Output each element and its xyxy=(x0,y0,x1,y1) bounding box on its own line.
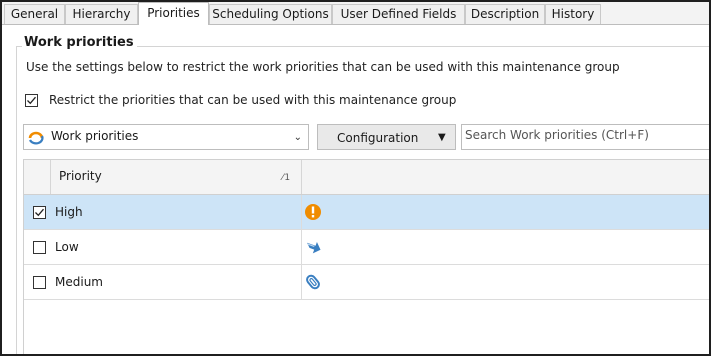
tab-scheduling-options[interactable]: Scheduling Options xyxy=(209,4,332,24)
tab-description[interactable]: Description xyxy=(465,4,545,24)
tab-bar-divider xyxy=(2,24,709,25)
configuration-button[interactable]: Configuration ▼ xyxy=(317,124,456,150)
paperclip-icon xyxy=(306,274,320,290)
grid-header: Priority ⁄ 1 xyxy=(24,160,709,195)
work-priorities-combo[interactable]: Work priorities ⌄ xyxy=(23,124,309,150)
group-title: Work priorities xyxy=(24,35,134,50)
cell-divider xyxy=(301,265,302,299)
priority-name: Low xyxy=(55,240,79,254)
checkmark-icon xyxy=(27,96,36,105)
tab-bar: General Hierarchy Scheduling Options Use… xyxy=(2,2,709,25)
restrict-priorities-label[interactable]: Restrict the priorities that can be used… xyxy=(49,93,456,107)
cell-divider xyxy=(301,195,302,229)
dropdown-arrow-icon: ▼ xyxy=(438,132,446,143)
table-row[interactable]: Low xyxy=(24,230,709,265)
exclamation-icon xyxy=(305,204,321,220)
group-border xyxy=(137,46,709,47)
cell-divider xyxy=(301,230,302,264)
priority-column-label: Priority xyxy=(59,169,102,183)
checkmark-icon xyxy=(35,208,44,217)
configuration-label: Configuration xyxy=(337,131,419,145)
tab-priorities[interactable]: Priorities xyxy=(138,2,209,25)
chevron-down-icon[interactable]: ⌄ xyxy=(294,132,302,143)
row-checkbox[interactable] xyxy=(33,206,46,219)
tab-hierarchy[interactable]: Hierarchy xyxy=(65,4,138,24)
restrict-priorities-checkbox[interactable] xyxy=(25,94,38,107)
combo-value: Work priorities xyxy=(51,129,139,143)
down-arrow-icon xyxy=(307,242,321,254)
sort-order-indicator: ⁄ 1 xyxy=(282,173,291,183)
tab-history[interactable]: History xyxy=(545,4,601,24)
tab-user-defined-fields[interactable]: User Defined Fields xyxy=(332,4,465,24)
group-description: Use the settings below to restrict the w… xyxy=(26,60,620,74)
table-row[interactable]: Medium xyxy=(24,265,709,300)
work-priorities-icon xyxy=(28,131,44,145)
search-input[interactable]: Search Work priorities (Ctrl+F) xyxy=(461,124,709,150)
select-column-header[interactable] xyxy=(24,160,51,194)
row-checkbox[interactable] xyxy=(33,276,46,289)
priority-name: Medium xyxy=(55,275,103,289)
row-checkbox[interactable] xyxy=(33,241,46,254)
tab-general[interactable]: General xyxy=(4,4,65,24)
priorities-grid: Priority ⁄ 1 High Low Medium xyxy=(23,159,709,354)
priority-column-header[interactable]: Priority ⁄ 1 xyxy=(51,160,302,194)
group-border xyxy=(16,46,17,354)
priority-name: High xyxy=(55,205,83,219)
maintenance-group-editor: General Hierarchy Scheduling Options Use… xyxy=(0,0,711,356)
table-row[interactable]: High xyxy=(24,195,709,230)
